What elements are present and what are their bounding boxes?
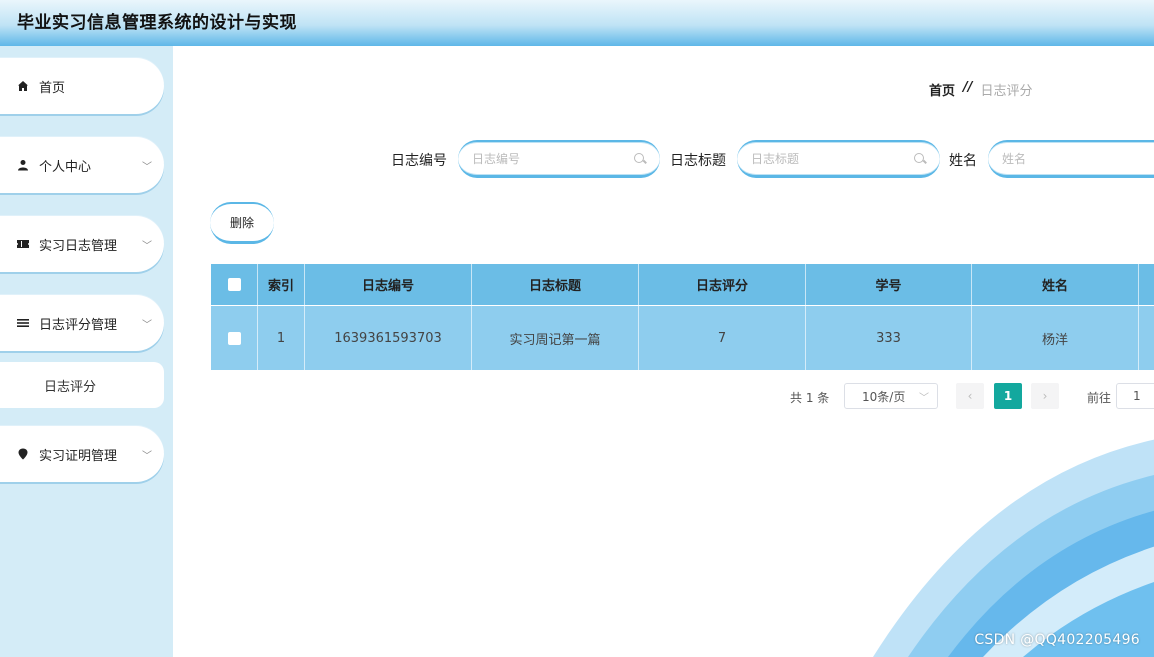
column-header: 日志编号 <box>305 264 472 305</box>
prev-page-button[interactable]: ‹ <box>956 383 984 409</box>
data-table: 索引 日志编号 日志标题 日志评分 学号 姓名 1 1639361593703 … <box>211 264 1154 370</box>
log-title-search-field[interactable] <box>737 140 940 178</box>
name-input[interactable] <box>1002 151 1154 166</box>
cell-score: 7 <box>639 306 806 370</box>
chevron-down-icon: ﹀ <box>919 392 929 404</box>
select-all-checkbox[interactable] <box>227 278 241 291</box>
column-header: 日志标题 <box>472 264 639 305</box>
select-all-cell <box>211 264 258 305</box>
log-no-label: 日志编号 <box>391 153 447 169</box>
log-title-label: 日志标题 <box>670 153 726 169</box>
total-count: 共 1 条 <box>790 391 830 405</box>
column-header-overflow <box>1139 264 1154 305</box>
sidebar: 首页 个人中心 ﹀ 实习日志管理 ﹀ 日志评分管理 ﹀ 日志评分 实习证明管理 … <box>0 46 173 657</box>
page-size-select[interactable]: 10条/页 ﹀ <box>844 383 938 409</box>
page-size-value: 10条/页 <box>862 389 906 404</box>
log-title-input[interactable] <box>751 151 914 166</box>
cell-student-no: 333 <box>806 306 972 370</box>
chevron-down-icon: ﹀ <box>142 240 152 252</box>
cell-name: 杨洋 <box>972 306 1139 370</box>
breadcrumb: 首页 // 日志评分 <box>929 80 1033 99</box>
column-header: 索引 <box>258 264 305 305</box>
name-label: 姓名 <box>949 153 977 169</box>
breadcrumb-current: 日志评分 <box>980 84 1033 99</box>
user-icon <box>16 159 30 171</box>
goto-label: 前往 <box>1087 391 1112 405</box>
column-header: 学号 <box>806 264 972 305</box>
sidebar-item-log-score[interactable]: 日志评分管理 ﹀ <box>0 295 164 351</box>
list-icon <box>16 317 30 329</box>
cell-log-no: 1639361593703 <box>305 306 472 370</box>
chevron-down-icon: ﹀ <box>142 450 152 462</box>
sidebar-item-home[interactable]: 首页 <box>0 58 164 114</box>
log-no-input[interactable] <box>472 151 634 166</box>
sidebar-item-personal-center[interactable]: 个人中心 ﹀ <box>0 137 164 193</box>
cell-index: 1 <box>258 306 305 370</box>
ticket-icon <box>16 238 30 250</box>
row-select-cell <box>211 306 258 370</box>
sidebar-item-label: 实习日志管理 <box>39 238 118 254</box>
sidebar-item-label: 日志评分管理 <box>39 317 118 333</box>
app-header: 毕业实习信息管理系统的设计与实现 <box>0 0 1154 46</box>
row-checkbox[interactable] <box>227 331 241 345</box>
column-header: 日志评分 <box>639 264 806 305</box>
chevron-down-icon: ﹀ <box>142 319 152 331</box>
chevron-down-icon: ﹀ <box>142 161 152 173</box>
search-icon <box>914 152 926 165</box>
watermark: CSDN @QQ402205496 <box>974 632 1140 648</box>
sidebar-item-certificate[interactable]: 实习证明管理 ﹀ <box>0 426 164 482</box>
column-header: 姓名 <box>972 264 1139 305</box>
table-header: 索引 日志编号 日志标题 日志评分 学号 姓名 <box>211 264 1154 305</box>
app-title: 毕业实习信息管理系统的设计与实现 <box>17 13 297 33</box>
breadcrumb-home[interactable]: 首页 <box>929 80 955 99</box>
main-content: 首页 // 日志评分 日志编号 日志标题 姓名 删除 索引 日志编号 日志标题 … <box>173 46 1154 657</box>
log-no-search-field[interactable] <box>458 140 660 178</box>
name-search-field[interactable] <box>988 140 1154 178</box>
table-row[interactable]: 1 1639361593703 实习周记第一篇 7 333 杨洋 <box>211 305 1154 370</box>
sidebar-item-label: 个人中心 <box>39 159 92 175</box>
home-icon <box>16 80 30 92</box>
next-page-button[interactable]: › <box>1031 383 1059 409</box>
sidebar-item-internship-log[interactable]: 实习日志管理 ﹀ <box>0 216 164 272</box>
cell-overflow <box>1139 306 1154 370</box>
breadcrumb-separator: // <box>963 80 973 95</box>
search-icon <box>634 152 646 165</box>
cell-log-title: 实习周记第一篇 <box>472 306 639 370</box>
sidebar-item-label: 实习证明管理 <box>39 448 118 464</box>
sidebar-subitem-log-score[interactable]: 日志评分 <box>0 362 164 408</box>
goto-page-input[interactable]: 1 <box>1116 383 1154 409</box>
delete-button[interactable]: 删除 <box>210 202 274 244</box>
page-1-button[interactable]: 1 <box>994 383 1022 409</box>
location-pin-icon <box>16 448 30 460</box>
pagination: 共 1 条 10条/页 ﹀ ‹ 1 › 前往 1 <box>173 383 1154 409</box>
search-bar: 日志编号 日志标题 姓名 <box>173 140 1154 178</box>
sidebar-item-label: 首页 <box>39 80 66 96</box>
